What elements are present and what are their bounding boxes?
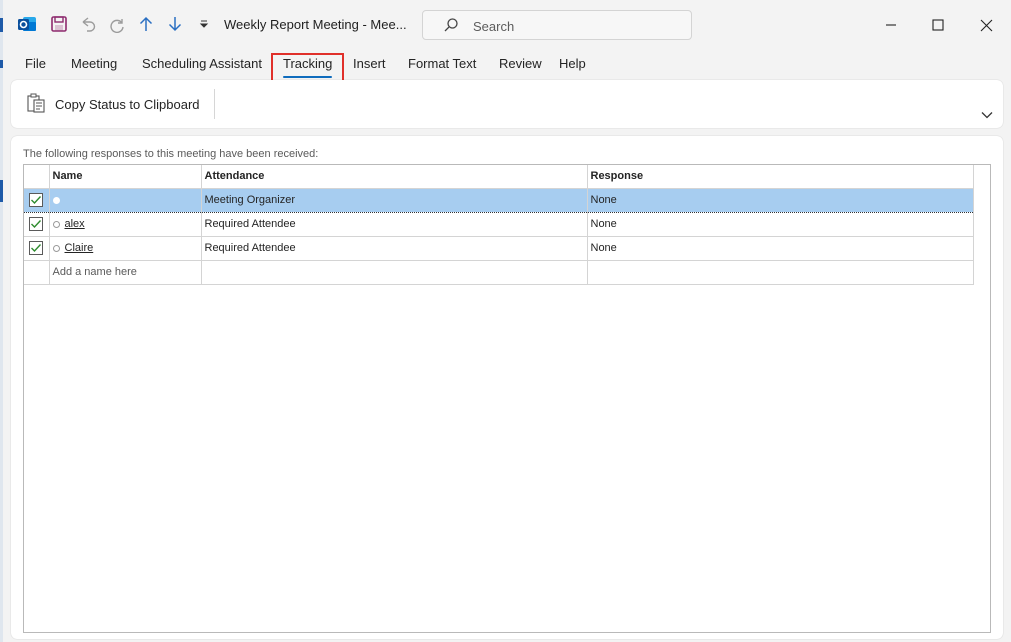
attendee-checkbox[interactable] (29, 217, 44, 231)
ribbon-tabs: File Meeting Scheduling Assistant Tracki… (0, 52, 1011, 78)
table-row[interactable]: Meeting Organizer None (24, 187, 974, 213)
attendance-cell[interactable]: Meeting Organizer (201, 187, 588, 213)
copy-status-label: Copy Status to Clipboard (55, 96, 200, 112)
column-header-response[interactable]: Response (587, 165, 974, 189)
attendee-name-cell[interactable]: Claire (49, 236, 202, 261)
attendee-checkbox-cell (24, 212, 50, 237)
tracking-panel: The following responses to this meeting … (11, 136, 1003, 639)
response-cell: None (587, 212, 974, 237)
checkmark-icon (31, 244, 42, 253)
response-status-icon (52, 244, 60, 252)
previous-item-icon[interactable] (135, 13, 157, 35)
outlook-icon[interactable] (16, 13, 38, 35)
ribbon-separator (214, 89, 215, 119)
tab-meeting[interactable]: Meeting (71, 56, 117, 71)
next-item-icon[interactable] (164, 13, 186, 35)
ribbon: Copy Status to Clipboard (11, 80, 1003, 128)
checkmark-icon (31, 196, 42, 205)
maximize-icon (932, 19, 944, 31)
tab-help[interactable]: Help (559, 56, 586, 71)
response-status-icon (52, 220, 60, 228)
response-cell: None (587, 187, 974, 213)
redo-icon[interactable] (106, 13, 128, 35)
left-window-edge (0, 0, 3, 642)
attendee-checkbox-cell (24, 187, 50, 213)
response-cell: None (587, 236, 974, 261)
table-row[interactable]: alex Required Attendee None (24, 212, 974, 237)
minimize-icon (886, 24, 896, 26)
attendance-cell[interactable]: Required Attendee (201, 212, 588, 237)
attendee-name-cell[interactable]: alex (49, 212, 202, 237)
attendee-name[interactable]: Claire (65, 242, 94, 254)
checkmark-icon (31, 220, 42, 229)
tab-scheduling-assistant[interactable]: Scheduling Assistant (142, 56, 262, 71)
save-icon[interactable] (48, 13, 70, 35)
copy-status-button[interactable]: Copy Status to Clipboard (25, 92, 200, 116)
undo-icon[interactable] (77, 13, 99, 35)
checkbox-column-header (24, 165, 50, 189)
search-input[interactable] (471, 15, 675, 37)
copy-status-icon (25, 92, 47, 117)
tab-insert[interactable]: Insert (353, 56, 386, 71)
close-button[interactable] (963, 8, 1009, 42)
column-header-name[interactable]: Name (49, 165, 202, 189)
add-row-checkbox-cell (24, 260, 50, 285)
add-attendee-row[interactable]: Add a name here (24, 260, 974, 285)
title-bar: Weekly Report Meeting - Mee... (0, 0, 1011, 50)
attendee-checkbox[interactable] (29, 193, 44, 207)
add-response-cell (587, 260, 974, 285)
attendee-name-cell[interactable] (49, 187, 202, 213)
response-status-icon (52, 196, 60, 204)
close-icon (980, 19, 992, 31)
window-title: Weekly Report Meeting - Mee... (224, 17, 407, 32)
minimize-button[interactable] (868, 8, 914, 42)
search-icon (443, 17, 459, 36)
attendee-table: Name Attendance Response Meeting Organiz (24, 165, 974, 285)
attendee-checkbox[interactable] (29, 241, 44, 255)
responses-caption: The following responses to this meeting … (23, 148, 319, 160)
add-name-cell[interactable]: Add a name here (49, 260, 202, 285)
tab-review[interactable]: Review (499, 56, 542, 71)
tab-format-text[interactable]: Format Text (408, 56, 476, 71)
attendee-name[interactable]: alex (65, 218, 85, 230)
collapse-ribbon-chevron-icon[interactable] (981, 108, 993, 123)
maximize-button[interactable] (915, 8, 961, 42)
customize-quick-access-icon[interactable] (193, 13, 215, 35)
table-header-row: Name Attendance Response (24, 165, 974, 189)
tracking-tab-highlight (271, 53, 344, 83)
add-attendance-cell (201, 260, 588, 285)
column-header-attendance[interactable]: Attendance (201, 165, 588, 189)
table-row[interactable]: Claire Required Attendee None (24, 236, 974, 261)
attendee-grid: Name Attendance Response Meeting Organiz (23, 164, 991, 633)
add-name-placeholder[interactable]: Add a name here (53, 266, 137, 278)
search-box[interactable] (422, 10, 692, 40)
attendee-checkbox-cell (24, 236, 50, 261)
attendance-cell[interactable]: Required Attendee (201, 236, 588, 261)
tab-file[interactable]: File (25, 56, 46, 71)
